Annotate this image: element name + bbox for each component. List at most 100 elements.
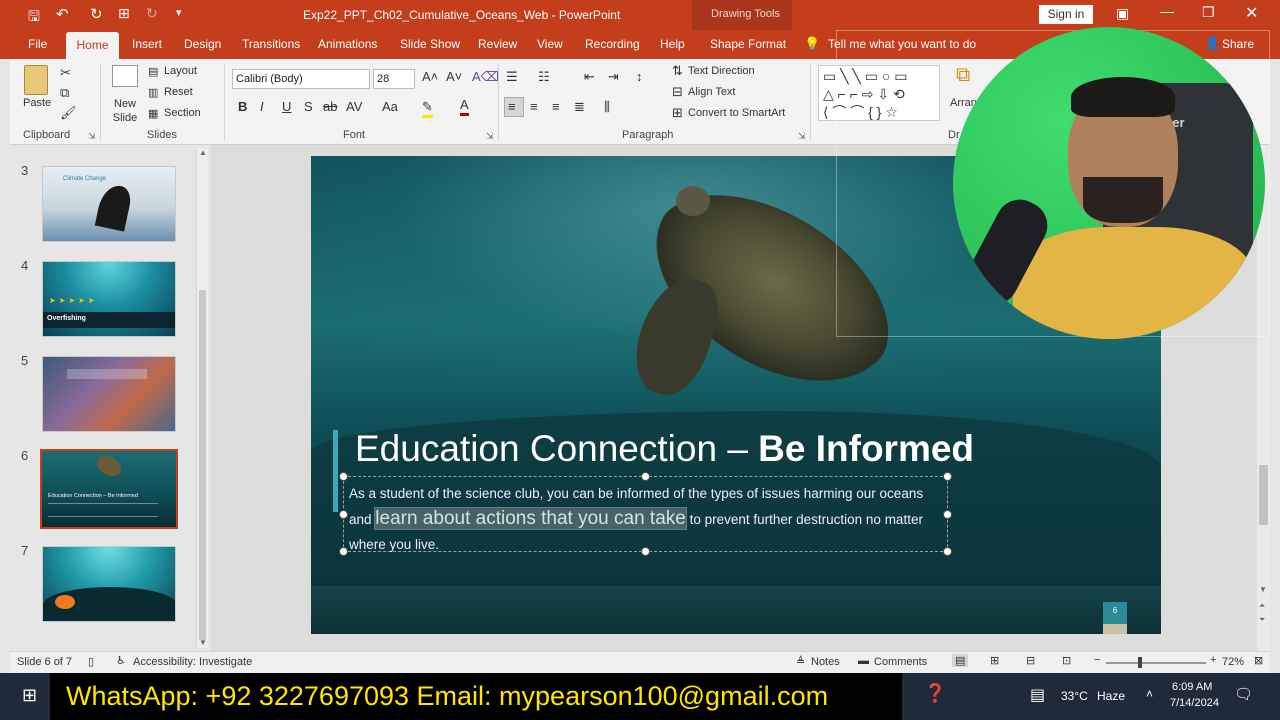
section-button[interactable]: Section: [164, 107, 201, 119]
paste-icon[interactable]: [24, 65, 48, 95]
windows-start-icon[interactable]: ⊞: [22, 685, 37, 706]
highlight-color-icon[interactable]: ✎: [422, 99, 433, 118]
zoom-slider-track[interactable]: [1106, 657, 1206, 668]
tab-shape-format[interactable]: Shape Format: [710, 37, 786, 51]
reading-view-icon[interactable]: ⊟: [1026, 654, 1035, 667]
tab-slide-show[interactable]: Slide Show: [400, 37, 460, 51]
tab-animations[interactable]: Animations: [318, 37, 377, 51]
present-icon[interactable]: ⊞: [118, 5, 130, 22]
ribbon-display-icon[interactable]: ▣: [1116, 5, 1129, 22]
save-icon[interactable]: 🖫: [28, 6, 40, 30]
clear-formatting-icon[interactable]: A⌫: [472, 69, 499, 85]
restore-icon[interactable]: ❐: [1202, 4, 1215, 21]
thumbnail-scrollbar[interactable]: ▲ ▼: [196, 148, 208, 648]
accessibility-status[interactable]: Accessibility: Investigate: [133, 656, 252, 668]
tab-help[interactable]: Help: [660, 37, 685, 51]
bullets-icon[interactable]: ☰: [506, 69, 518, 85]
text-direction-button[interactable]: Text Direction: [688, 65, 755, 77]
resize-handle[interactable]: [339, 472, 348, 481]
underline-button[interactable]: U: [282, 99, 291, 115]
paragraph-launcher-icon[interactable]: ⇲: [798, 131, 806, 142]
comments-button[interactable]: Comments: [874, 656, 927, 668]
sign-in-button[interactable]: Sign in: [1039, 5, 1093, 24]
strikethrough-button[interactable]: ab: [323, 99, 337, 115]
font-size-dropdown[interactable]: 28: [373, 69, 415, 89]
customize-qat-icon[interactable]: ▾: [176, 6, 182, 19]
increase-font-icon[interactable]: A˄: [422, 69, 438, 85]
layout-button[interactable]: Layout: [164, 65, 197, 77]
slide-sorter-icon[interactable]: ⊞: [990, 654, 999, 667]
zoom-slider-thumb[interactable]: [1138, 657, 1143, 668]
zoom-level[interactable]: 72%: [1222, 656, 1244, 668]
scroll-down-icon[interactable]: ▼: [199, 638, 207, 647]
normal-view-icon[interactable]: ▤: [952, 654, 969, 667]
columns-icon[interactable]: ⫼: [604, 99, 610, 115]
numbering-icon[interactable]: ☷: [538, 69, 550, 85]
shadow-button[interactable]: S: [304, 99, 313, 115]
align-text-button[interactable]: Align Text: [688, 86, 736, 98]
align-right-icon[interactable]: ≡: [552, 99, 560, 115]
resize-handle[interactable]: [943, 472, 952, 481]
redo-icon[interactable]: ↻: [90, 5, 103, 23]
resize-handle[interactable]: [339, 510, 348, 519]
tab-insert[interactable]: Insert: [132, 37, 162, 51]
font-name-dropdown[interactable]: Calibri (Body): [232, 69, 370, 89]
resize-handle[interactable]: [641, 472, 650, 481]
bold-button[interactable]: B: [238, 99, 247, 115]
tab-view[interactable]: View: [537, 37, 563, 51]
previous-slide-icon[interactable]: ⏶: [1259, 601, 1265, 611]
character-spacing-button[interactable]: AV: [346, 99, 362, 115]
copy-icon[interactable]: ⧉: [60, 85, 69, 101]
next-slide-icon[interactable]: ⏷: [1259, 615, 1265, 625]
body-text-placeholder[interactable]: As a student of the science club, you ca…: [339, 472, 952, 556]
notes-button[interactable]: Notes: [811, 656, 840, 668]
clipboard-launcher-icon[interactable]: ⇲: [88, 131, 96, 142]
line-spacing-icon[interactable]: ↕: [636, 69, 643, 85]
slide-thumbnail-5[interactable]: [42, 356, 176, 432]
slide-thumbnail-4[interactable]: ➤➤➤➤➤ Overfishing: [42, 261, 176, 337]
slide-thumbnail-6[interactable]: Education Connection – Be Informed: [40, 449, 178, 529]
resize-handle[interactable]: [943, 510, 952, 519]
font-color-icon[interactable]: A: [460, 97, 469, 116]
undo-icon[interactable]: ↶: [56, 5, 69, 23]
tab-design[interactable]: Design: [184, 37, 221, 51]
change-case-button[interactable]: Aa: [382, 99, 398, 115]
minimize-icon[interactable]: —: [1160, 3, 1174, 19]
scroll-down-icon[interactable]: ▼: [1259, 585, 1267, 594]
reset-button[interactable]: Reset: [164, 86, 193, 98]
selected-text[interactable]: learn about actions that you can take: [374, 507, 687, 530]
convert-smartart-button[interactable]: Convert to SmartArt: [688, 107, 785, 119]
zoom-in-icon[interactable]: +: [1210, 654, 1216, 666]
align-left-button[interactable]: ≡: [504, 97, 524, 117]
help-icon[interactable]: ❓: [924, 683, 946, 704]
align-center-icon[interactable]: ≡: [530, 99, 538, 115]
close-icon[interactable]: ✕: [1245, 3, 1258, 23]
spelling-icon[interactable]: ▯: [88, 655, 94, 668]
slide-body-text[interactable]: As a student of the science club, you ca…: [349, 481, 944, 557]
format-painter-icon[interactable]: 🖌: [60, 105, 77, 121]
tab-home[interactable]: Home: [66, 32, 119, 59]
tab-file[interactable]: File: [28, 37, 47, 51]
slide-thumbnail-3[interactable]: Climate Change: [42, 166, 176, 242]
tray-chevron-icon[interactable]: ˄: [1146, 687, 1153, 701]
paste-button[interactable]: Paste: [23, 97, 51, 109]
slide-show-icon[interactable]: ⊡: [1062, 654, 1071, 667]
cut-icon[interactable]: ✂: [60, 65, 71, 81]
increase-indent-icon[interactable]: ⇥: [608, 69, 619, 85]
slide-thumbnail-7[interactable]: [42, 546, 176, 622]
resize-handle[interactable]: [943, 547, 952, 556]
new-slide-icon[interactable]: [112, 65, 138, 87]
zoom-out-icon[interactable]: −: [1094, 654, 1100, 666]
thumbnail-scroll-thumb[interactable]: [199, 290, 206, 640]
font-launcher-icon[interactable]: ⇲: [486, 131, 494, 142]
decrease-font-icon[interactable]: A˅: [446, 69, 462, 85]
justify-icon[interactable]: ≣: [574, 99, 585, 115]
slide-title[interactable]: Education Connection – Be Informed: [355, 428, 974, 470]
notification-icon[interactable]: 🗨: [1234, 685, 1253, 703]
tab-recording[interactable]: Recording: [585, 37, 640, 51]
decrease-indent-icon[interactable]: ⇤: [584, 69, 595, 85]
new-slide-button[interactable]: New Slide: [108, 97, 142, 125]
news-widget-icon[interactable]: ▤: [1030, 685, 1045, 705]
editor-scroll-thumb[interactable]: [1259, 465, 1268, 525]
resize-handle[interactable]: [339, 547, 348, 556]
